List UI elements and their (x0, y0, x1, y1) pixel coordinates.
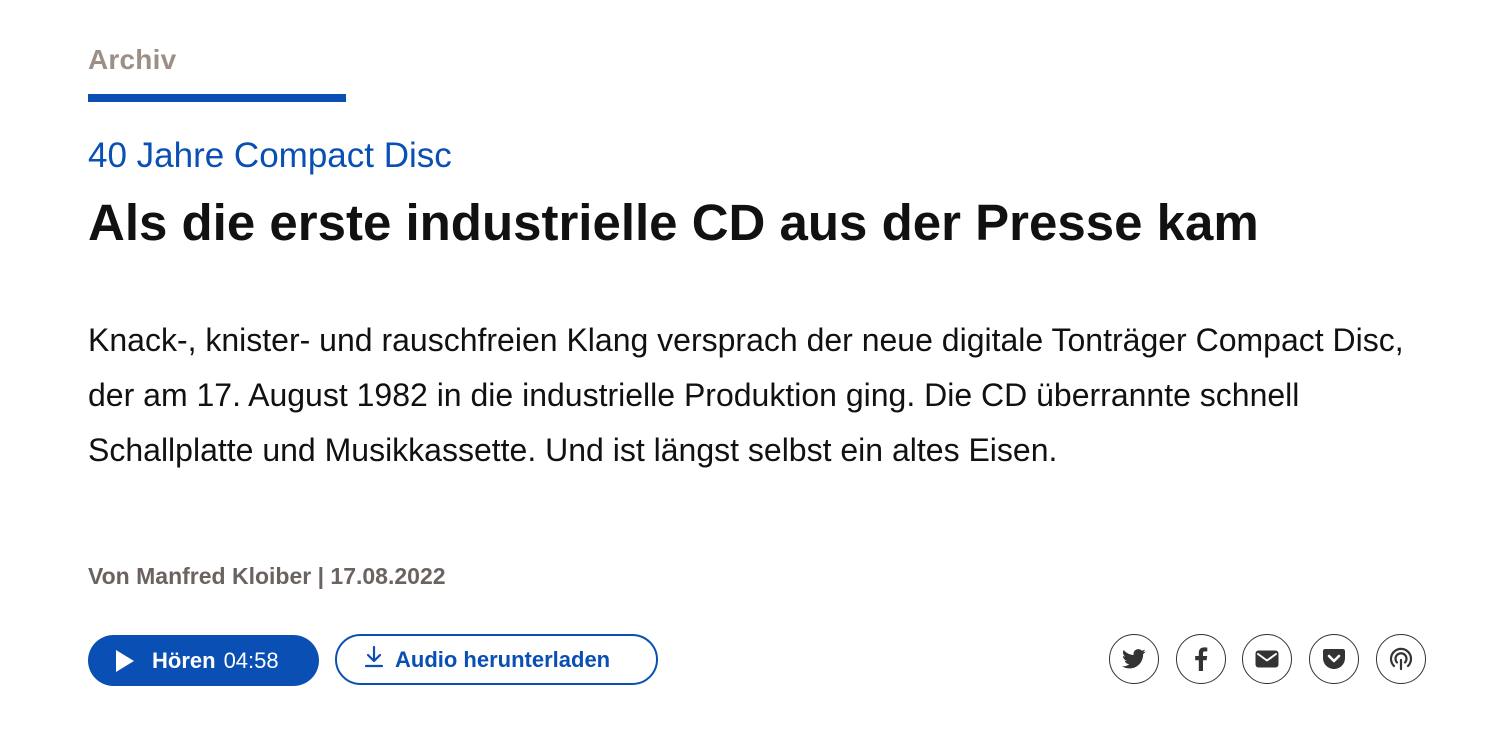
pocket-icon (1323, 649, 1345, 669)
podcast-icon (1388, 646, 1414, 672)
share-facebook-button[interactable] (1176, 634, 1226, 684)
download-label: Audio herunterladen (395, 646, 611, 672)
share-twitter-button[interactable] (1109, 634, 1159, 684)
share-mail-button[interactable] (1242, 634, 1292, 684)
play-audio-button[interactable]: Hören 04:58 (88, 635, 319, 686)
article-byline: Von Manfred Kloiber | 17.08.2022 (88, 563, 446, 589)
share-pocket-button[interactable] (1309, 634, 1359, 684)
download-icon (363, 645, 395, 674)
article-teaser: Knack-, knister- und rauschfreien Klang … (88, 322, 1404, 468)
twitter-icon (1122, 649, 1146, 669)
share-podcast-button[interactable] (1376, 634, 1426, 684)
section-label[interactable]: Archiv (88, 44, 176, 76)
download-audio-button[interactable]: Audio herunterladen (335, 634, 658, 685)
section-underline (88, 94, 346, 102)
mail-icon (1255, 650, 1279, 668)
audio-duration: 04:58 (223, 647, 279, 673)
article-kicker: 40 Jahre Compact Disc (88, 136, 452, 175)
article-headline: Als die erste industrielle CD aus der Pr… (88, 194, 1259, 251)
facebook-icon (1194, 647, 1208, 671)
article-header: Archiv 40 Jahre Compact Disc Als die ers… (88, 0, 1428, 737)
play-icon (116, 649, 134, 672)
play-label: Hören (152, 647, 216, 673)
